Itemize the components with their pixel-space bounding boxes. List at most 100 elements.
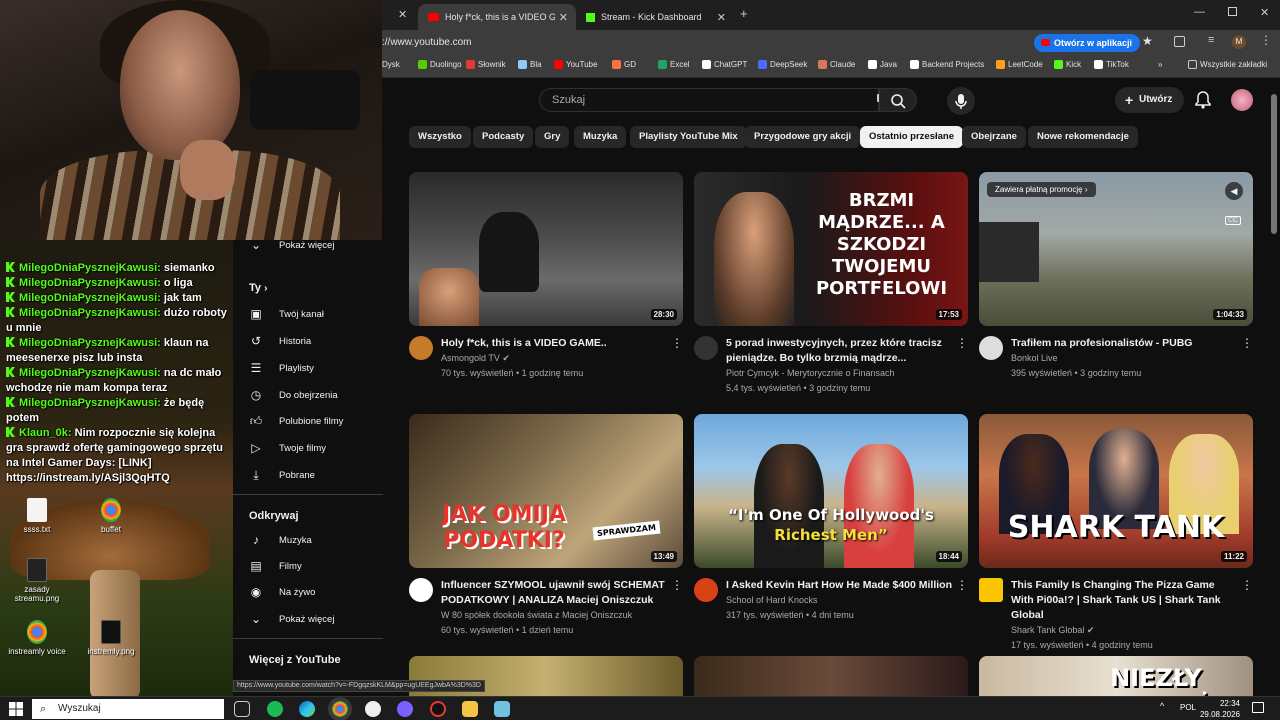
more-options-icon[interactable]: ⋮ [671, 578, 683, 592]
clock-app-icon[interactable] [365, 701, 381, 717]
video-thumbnail[interactable]: Zawiera płatną promocję › ◀ CC 1:04:33 [979, 172, 1253, 326]
close-icon[interactable]: ✕ [398, 8, 407, 21]
channel-name[interactable]: School of Hard Knocks [726, 593, 968, 608]
sidebar-you-heading[interactable]: Ty › [249, 282, 267, 294]
sidebar-item-history[interactable]: ↺ Historia [249, 328, 389, 354]
mute-icon[interactable]: ◀ [1225, 182, 1243, 200]
bookmark-item[interactable]: Kick [1054, 60, 1081, 69]
channel-avatar[interactable] [409, 336, 433, 360]
bookmark-item[interactable]: Duolingo [418, 60, 462, 69]
minimize-button[interactable]: — [1194, 6, 1205, 18]
video-card[interactable]: 28:30 Holy f*ck, this is a VIDEO GAME.. … [409, 172, 683, 381]
video-card[interactable]: BRZMI MĄDRZE... A SZKODZI TWOJEMU PORTFE… [694, 172, 968, 396]
new-tab-button[interactable]: + [740, 6, 748, 21]
bookmarks-overflow-icon[interactable]: » [1158, 60, 1162, 69]
extensions-icon[interactable] [1174, 36, 1185, 47]
more-options-icon[interactable]: ⋮ [956, 336, 968, 350]
video-title[interactable]: This Family Is Changing The Pizza Game W… [1011, 578, 1253, 623]
app-icon[interactable] [494, 701, 510, 717]
star-icon[interactable]: ★ [1142, 34, 1153, 48]
channel-name[interactable]: Asmongold TV ✔ [441, 351, 683, 366]
video-thumbnail[interactable]: “I'm One Of Hollywood's Richest Men” 18:… [694, 414, 968, 568]
sidebar-item-your-channel[interactable]: ▣ Twój kanał [249, 301, 389, 327]
search-button[interactable] [879, 88, 917, 112]
chip-action-adventure[interactable]: Przygodowe gry akcji [745, 126, 861, 148]
bookmark-item[interactable]: Excel [658, 60, 690, 69]
more-options-icon[interactable]: ⋮ [1241, 578, 1253, 592]
bookmark-item[interactable]: LeetCode [996, 60, 1043, 69]
channel-avatar[interactable] [979, 578, 1003, 602]
bookmark-item[interactable]: Dysk [382, 60, 400, 69]
close-icon[interactable]: ✕ [559, 11, 568, 24]
chip-youtube-mix[interactable]: Playlisty YouTube Mix [630, 126, 747, 148]
url-field[interactable]: ://www.youtube.com [382, 34, 1082, 52]
bookmark-item[interactable]: Backend Projects [910, 60, 984, 69]
video-title[interactable]: Influencer SZYMOOL ujawnił swój SCHEMAT … [441, 578, 683, 608]
sidebar-item-playlists[interactable]: ☰ Playlisty [249, 355, 389, 381]
chip-watched[interactable]: Obejrzane [962, 126, 1026, 148]
channel-name[interactable]: Shark Tank Global ✔ [1011, 623, 1253, 638]
obs-icon[interactable] [430, 701, 446, 717]
chip-all[interactable]: Wszystko [409, 126, 471, 148]
video-thumbnail[interactable]: BRZMI MĄDRZE... A SZKODZI TWOJEMU PORTFE… [694, 172, 968, 326]
video-thumbnail[interactable]: 28:30 [409, 172, 683, 326]
sidebar-item-live[interactable]: ◉ Na żywo [249, 579, 389, 605]
notifications-bell-icon[interactable] [1195, 91, 1211, 109]
search-input[interactable]: Szukaj [539, 88, 879, 112]
windows-start-icon[interactable] [9, 702, 23, 716]
sidebar-item-music[interactable]: ♪ Muzyka [249, 527, 389, 553]
desktop-icon-instremly-png[interactable]: instremly.png [76, 620, 146, 656]
language-indicator[interactable]: POL [1180, 703, 1196, 712]
sidebar-item-downloads[interactable]: ⤓ Pobrane [249, 462, 389, 488]
channel-avatar[interactable] [409, 578, 433, 602]
video-title[interactable]: I Asked Kevin Hart How He Made $400 Mill… [726, 578, 968, 593]
tab-youtube-video[interactable]: Holy f*ck, this is a VIDEO GAME ✕ [418, 4, 576, 30]
channel-avatar[interactable] [694, 578, 718, 602]
media-control-icon[interactable]: ≡ [1208, 34, 1214, 46]
all-bookmarks-folder[interactable]: Wszystkie zakładki [1188, 60, 1267, 69]
spotify-icon[interactable] [267, 701, 283, 717]
tray-chevron-icon[interactable]: ^ [1160, 701, 1164, 711]
bookmark-item[interactable]: DeepSeek [758, 60, 807, 69]
taskbar-search-input[interactable]: ⌕ Wyszukaj [32, 699, 224, 719]
sidebar-item-liked-videos[interactable]: 👍︎ Polubione filmy [249, 408, 389, 434]
tab-kick-dashboard[interactable]: Stream - Kick Dashboard ✕ [576, 4, 734, 30]
chip-games[interactable]: Gry [535, 126, 570, 148]
bookmark-item[interactable]: Java [868, 60, 897, 69]
video-card[interactable]: “I'm One Of Hollywood's Richest Men” 18:… [694, 414, 968, 623]
more-options-icon[interactable]: ⋮ [671, 336, 683, 350]
channel-name[interactable]: Bonkol Live [1011, 351, 1253, 366]
taskbar-clock[interactable]: 22:34 29.08.2026 [1200, 698, 1240, 720]
video-title[interactable]: Trafiłem na profesionalistów - PUBG [1011, 336, 1253, 351]
chip-music[interactable]: Muzyka [574, 126, 627, 148]
edge-icon[interactable] [299, 701, 315, 717]
video-thumbnail-partial[interactable] [694, 656, 968, 696]
create-button[interactable]: + Utwórz [1115, 87, 1185, 113]
channel-name[interactable]: Piotr Cymcyk - Merytorycznie o Finansach [726, 366, 968, 381]
bookmark-item[interactable]: GD [612, 60, 636, 69]
sidebar-show-more-bottom[interactable]: ⌄ Pokaż więcej [249, 606, 389, 632]
video-title[interactable]: Holy f*ck, this is a VIDEO GAME.. [441, 336, 683, 351]
desktop-icon-instreamly-voice[interactable]: instreamly voice [2, 620, 72, 656]
video-card[interactable]: SHARK TANK 11:22 This Family Is Changing… [979, 414, 1253, 653]
task-view-icon[interactable] [234, 701, 250, 717]
video-title[interactable]: 5 porad inwestycyjnych, przez które trac… [726, 336, 968, 366]
channel-name[interactable]: W 80 spółek dookoła świata z Maciej Onis… [441, 608, 683, 623]
bookmark-item[interactable]: Claude [818, 60, 855, 69]
channel-avatar[interactable] [979, 336, 1003, 360]
chip-podcasts[interactable]: Podcasty [473, 126, 534, 148]
window-close-button[interactable]: ✕ [1260, 6, 1269, 19]
sidebar-item-your-videos[interactable]: ▷ Twoje filmy [249, 435, 389, 461]
sidebar-item-watch-later[interactable]: ◷ Do obejrzenia [249, 382, 389, 408]
notifications-icon[interactable] [1252, 702, 1264, 713]
close-icon[interactable]: ✕ [717, 11, 726, 24]
account-avatar[interactable] [1231, 89, 1253, 111]
profile-avatar[interactable]: M [1232, 35, 1246, 49]
page-scrollbar[interactable] [1271, 94, 1277, 234]
bookmark-item[interactable]: Bla [518, 60, 542, 69]
chip-recently-uploaded[interactable]: Ostatnio przesłane [860, 126, 963, 148]
chip-new-recommendations[interactable]: Nowe rekomendacje [1028, 126, 1138, 148]
bookmark-item[interactable]: ChatGPT [702, 60, 747, 69]
sidebar-item-movies[interactable]: ▤ Filmy [249, 553, 389, 579]
captions-icon[interactable]: CC [1224, 216, 1241, 225]
